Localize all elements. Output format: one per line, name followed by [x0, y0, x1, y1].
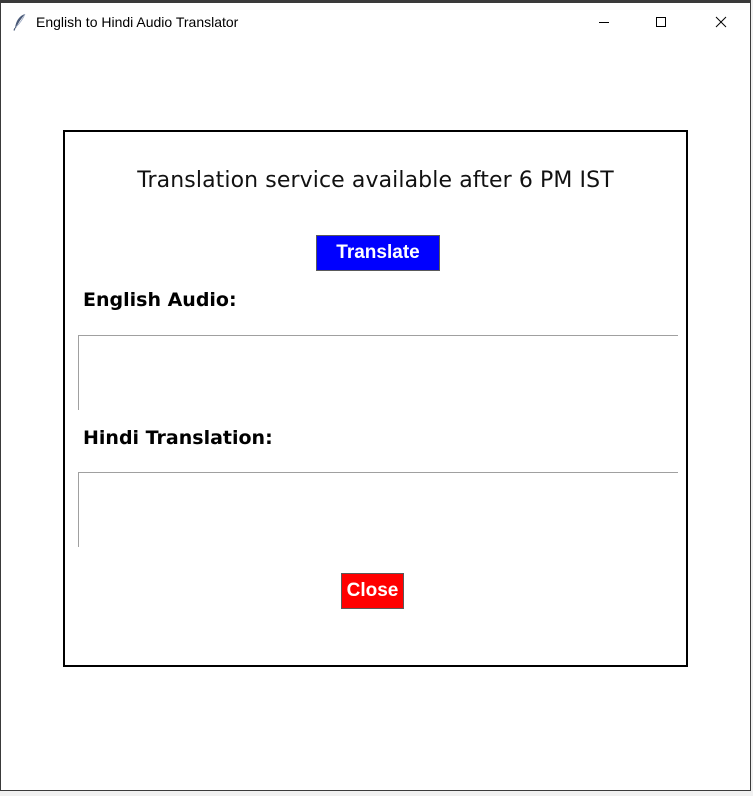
close-window-button[interactable]: [698, 3, 744, 41]
close-button[interactable]: Close: [341, 573, 404, 609]
service-notice: Translation service available after 6 PM…: [137, 168, 614, 193]
hindi-translation-textbox[interactable]: [78, 472, 678, 547]
english-audio-label: English Audio:: [83, 289, 237, 311]
app-window: English to Hindi Audio Translator Transl…: [0, 0, 751, 791]
maximize-icon: [655, 13, 667, 32]
minimize-icon: [598, 13, 610, 32]
hindi-translation-label: Hindi Translation:: [83, 427, 273, 449]
close-icon: [715, 13, 727, 32]
translator-panel: Translation service available after 6 PM…: [63, 130, 688, 667]
window-title: English to Hindi Audio Translator: [36, 14, 239, 30]
title-bar[interactable]: English to Hindi Audio Translator: [1, 3, 750, 41]
maximize-button[interactable]: [638, 3, 684, 41]
english-audio-textbox[interactable]: [78, 335, 678, 410]
feather-icon: [13, 13, 27, 31]
translate-button[interactable]: Translate: [316, 235, 440, 271]
minimize-button[interactable]: [581, 3, 627, 41]
